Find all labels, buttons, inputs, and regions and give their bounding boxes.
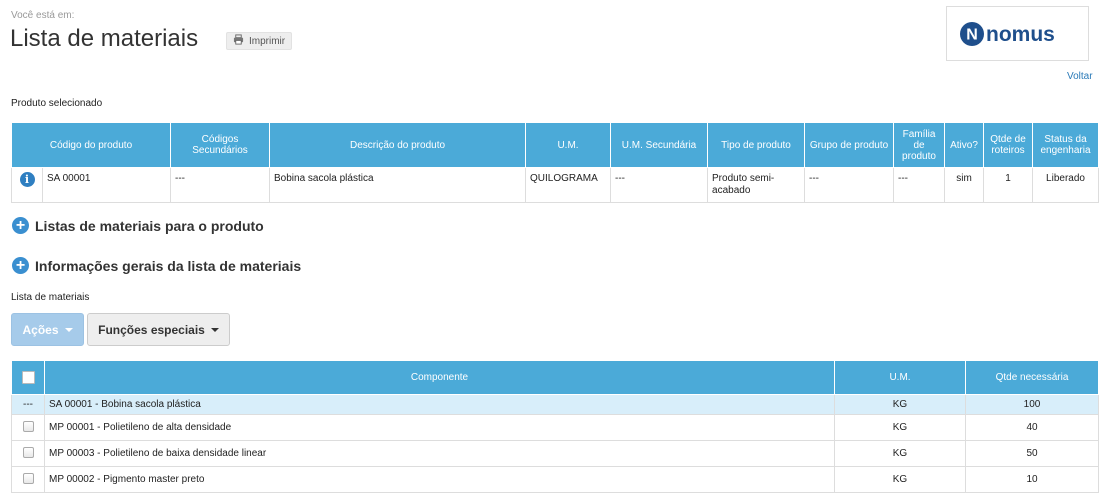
cell-componente: MP 00001 - Polietileno de alta densidade (44, 414, 835, 441)
col-codigos-secundarios[interactable]: Códigos Secundários (170, 122, 271, 168)
col-familia[interactable]: Família de produto (893, 122, 946, 168)
col-um-secundaria[interactable]: U.M. Secundária (610, 122, 709, 168)
section-info-gerais-label: Informações gerais da lista de materiais (35, 257, 302, 274)
section-info-gerais[interactable]: + Informações gerais da lista de materia… (12, 257, 301, 274)
col-codigo[interactable]: Código do produto (10, 122, 172, 168)
row-checkbox[interactable] (22, 421, 34, 433)
product-table: Código do produto Códigos Secundários De… (10, 122, 1100, 203)
acoes-label: Ações (22, 322, 59, 337)
cell-componente: MP 00002 - Pigmento master preto (44, 466, 835, 493)
col-tipo[interactable]: Tipo de produto (707, 122, 806, 168)
cell-tipo: Produto semi-acabado (707, 167, 806, 203)
col-qtde-necessaria[interactable]: Qtde necessária (965, 360, 1099, 395)
row-check-placeholder: --- (11, 394, 45, 415)
cell-um: QUILOGRAMA (525, 167, 612, 203)
cell-codigo: SA 00001 (41, 167, 172, 203)
page-title: Lista de materiais (10, 25, 199, 52)
info-icon[interactable]: i (19, 172, 35, 187)
cell-descricao: Bobina sacola plástica (269, 167, 527, 203)
produto-selecionado-label: Produto selecionado (11, 98, 103, 109)
col-um[interactable]: U.M. (525, 122, 612, 168)
cell-um-secundaria: --- (610, 167, 709, 203)
breadcrumb: Você está em: (11, 10, 75, 21)
table-row[interactable]: MP 00002 - Pigmento master preto KG 10 (11, 466, 1099, 493)
col-status[interactable]: Status da engenharia (1032, 122, 1100, 168)
cell-componente: MP 00003 - Polietileno de baixa densidad… (44, 440, 835, 467)
cell-um: KG (834, 414, 966, 441)
svg-text:N: N (966, 26, 978, 43)
caret-down-icon (64, 327, 73, 332)
cell-um: KG (834, 466, 966, 493)
cell-ativo: sim (944, 167, 985, 203)
cell-qtde-roteiros: 1 (983, 167, 1034, 203)
materials-table: Componente U.M. Qtde necessária --- SA 0… (11, 360, 1099, 493)
plus-icon[interactable]: + (12, 257, 29, 274)
acoes-button[interactable]: Ações (11, 313, 84, 346)
table-row[interactable]: --- SA 00001 - Bobina sacola plástica KG… (11, 394, 1099, 415)
row-checkbox[interactable] (22, 447, 34, 459)
voltar-link[interactable]: Voltar (1067, 71, 1093, 82)
cell-familia: --- (893, 167, 946, 203)
funcoes-especiais-button[interactable]: Funções especiais (87, 313, 230, 346)
cell-qtde: 50 (965, 440, 1099, 467)
funcoes-label: Funções especiais (98, 322, 205, 337)
product-row: i SA 00001 --- Bobina sacola plástica QU… (11, 167, 1100, 203)
plus-icon[interactable]: + (12, 217, 29, 234)
cell-grupo: --- (804, 167, 895, 203)
col-um[interactable]: U.M. (834, 360, 966, 395)
col-qtde-roteiros[interactable]: Qtde de roteiros (983, 122, 1034, 168)
row-checkbox[interactable] (22, 473, 34, 485)
cell-um: KG (834, 394, 966, 415)
col-componente[interactable]: Componente (44, 360, 835, 395)
col-descricao[interactable]: Descrição do produto (269, 122, 527, 168)
section-listas-produto[interactable]: + Listas de materiais para o produto (12, 217, 264, 234)
cell-status: Liberado (1032, 167, 1100, 203)
col-ativo[interactable]: Ativo? (944, 122, 985, 168)
cell-codigos-secundarios: --- (170, 167, 271, 203)
caret-down-icon (210, 327, 219, 332)
table-row[interactable]: MP 00003 - Polietileno de baixa densidad… (11, 440, 1099, 467)
cell-qtde: 10 (965, 466, 1099, 493)
table-row[interactable]: MP 00001 - Polietileno de alta densidade… (11, 414, 1099, 441)
cell-componente: SA 00001 - Bobina sacola plástica (44, 394, 835, 415)
nomus-logo: N nomus (946, 6, 1089, 61)
cell-qtde: 40 (965, 414, 1099, 441)
cell-qtde: 100 (965, 394, 1099, 415)
select-all-checkbox[interactable] (21, 371, 35, 384)
lista-materiais-label: Lista de materiais (11, 292, 90, 303)
print-button[interactable]: Imprimir (226, 32, 293, 50)
printer-icon (233, 34, 244, 48)
col-grupo[interactable]: Grupo de produto (804, 122, 895, 168)
logo-text: nomus (986, 23, 1055, 46)
section-listas-produto-label: Listas de materiais para o produto (35, 217, 264, 234)
cell-um: KG (834, 440, 966, 467)
print-label: Imprimir (249, 35, 286, 47)
